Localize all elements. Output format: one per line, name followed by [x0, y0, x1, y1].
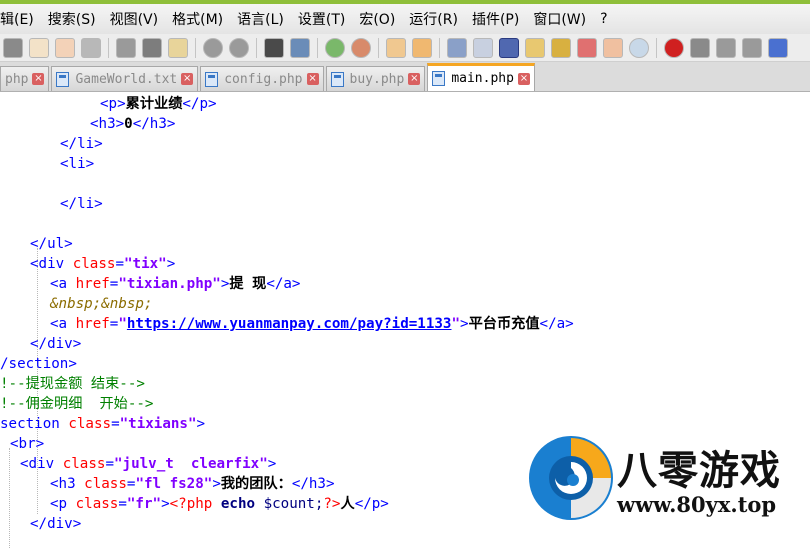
close-icon[interactable]: ×	[181, 73, 194, 85]
zoom-out-icon[interactable]	[351, 37, 371, 58]
play-multiple-icon[interactable]	[742, 37, 762, 58]
indent-guide-icon[interactable]	[499, 37, 519, 58]
file-tab-bar: php × GameWorld.txt × config.php × buy.p…	[0, 62, 810, 92]
close-icon[interactable]: ×	[517, 72, 530, 85]
toolbar-separator	[108, 37, 109, 58]
folder-icon[interactable]	[603, 37, 623, 58]
document-map-icon[interactable]	[577, 37, 597, 58]
code-line: <h3>0</h3>	[90, 116, 176, 132]
replace-icon[interactable]	[290, 37, 310, 58]
toolbar	[0, 34, 810, 62]
swirl-logo-icon	[529, 436, 613, 520]
code-line: </ul>	[30, 236, 73, 252]
cut-icon[interactable]	[116, 37, 136, 58]
menu-window[interactable]: 窗口(W)	[526, 9, 593, 29]
code-line: <br>	[10, 436, 45, 452]
close-icon[interactable]: ×	[32, 73, 45, 85]
copy-icon[interactable]	[142, 37, 162, 58]
code-line: <p class="fr"><?php echo $count;?>人</p>	[50, 496, 389, 512]
tab-label: php	[5, 71, 29, 87]
code-line: </li>	[60, 136, 103, 152]
close-icon[interactable]: ×	[408, 73, 421, 85]
menu-bar: 辑(E) 搜索(S) 视图(V) 格式(M) 语言(L) 设置(T) 宏(O) …	[0, 0, 810, 34]
code-line: </div>	[30, 336, 82, 352]
sync-horizontal-icon[interactable]	[412, 37, 432, 58]
redo-icon[interactable]	[229, 37, 249, 58]
watermark-url: www.80yx.top	[617, 492, 777, 517]
record-macro-icon[interactable]	[664, 37, 684, 58]
tab-php[interactable]: php ×	[0, 66, 50, 91]
menu-settings[interactable]: 设置(T)	[291, 9, 352, 29]
payment-url-link[interactable]: https://www.yuanmanpay.com/pay?id=1133	[127, 316, 452, 332]
file-icon	[432, 71, 446, 86]
menu-language[interactable]: 语言(L)	[230, 9, 291, 29]
code-line: /section>	[0, 356, 77, 372]
save-macro-icon[interactable]	[768, 37, 788, 58]
site-watermark: 八零游戏 www.80yx.top	[505, 418, 810, 532]
close-icon[interactable]: ×	[306, 73, 319, 85]
menu-format[interactable]: 格式(M)	[165, 9, 230, 29]
code-line: <p>累计业绩</p>	[100, 96, 217, 112]
tab-config-php[interactable]: config.php ×	[200, 66, 324, 91]
show-all-chars-icon[interactable]	[473, 37, 493, 58]
code-line: <div class="tix">	[30, 256, 176, 272]
code-line: <h3 class="fl fs28">我的团队：</h3>	[50, 476, 335, 492]
toolbar-separator	[317, 37, 318, 58]
toolbar-separator	[439, 37, 440, 58]
stop-macro-icon[interactable]	[690, 37, 710, 58]
code-line: <a href="tixian.php">提 现</a>	[50, 276, 301, 292]
tab-main-php[interactable]: main.php ×	[427, 63, 535, 91]
code-line: !--提现金额 结束-->	[0, 376, 145, 392]
tab-gameworld-txt[interactable]: GameWorld.txt ×	[51, 66, 199, 91]
tab-label: main.php	[451, 71, 514, 86]
code-line: </li>	[60, 196, 103, 212]
indent-guide	[9, 448, 10, 548]
zoom-in-icon[interactable]	[325, 37, 345, 58]
menu-search[interactable]: 搜索(S)	[41, 9, 103, 29]
toolbar-separator	[378, 37, 379, 58]
monitor-icon[interactable]	[629, 37, 649, 58]
copy-icon[interactable]	[3, 37, 23, 58]
new-file-icon[interactable]	[29, 37, 49, 58]
tab-label: config.php	[224, 71, 303, 87]
language-icon[interactable]	[525, 37, 545, 58]
undo-icon[interactable]	[203, 37, 223, 58]
tab-buy-php[interactable]: buy.php ×	[325, 66, 426, 91]
code-line: <a href="https://www.yuanmanpay.com/pay?…	[50, 316, 574, 332]
file-icon	[205, 71, 219, 87]
open-file-icon[interactable]	[55, 37, 75, 58]
code-line: <div class="julv_t clearfix">	[20, 456, 277, 472]
file-icon	[330, 71, 344, 87]
code-line: </div>	[30, 516, 82, 532]
menu-view[interactable]: 视图(V)	[103, 9, 166, 29]
menu-macro[interactable]: 宏(O)	[352, 9, 402, 29]
find-icon[interactable]	[264, 37, 284, 58]
toolbar-separator	[195, 37, 196, 58]
menu-help[interactable]: ?	[593, 11, 614, 27]
toolbar-separator	[256, 37, 257, 58]
code-line: &nbsp;&nbsp;	[50, 296, 153, 312]
user-language-icon[interactable]	[551, 37, 571, 58]
code-line: !--佣金明细 开始-->	[0, 396, 154, 412]
paste-icon[interactable]	[168, 37, 188, 58]
tab-label: buy.php	[349, 71, 405, 87]
code-line: <li>	[60, 156, 95, 172]
word-wrap-icon[interactable]	[447, 37, 467, 58]
toolbar-separator	[656, 37, 657, 58]
menu-plugins[interactable]: 插件(P)	[465, 9, 526, 29]
sync-scroll-icon[interactable]	[386, 37, 406, 58]
tab-label: GameWorld.txt	[75, 71, 178, 87]
watermark-title: 八零游戏	[617, 448, 781, 494]
menu-edit[interactable]: 辑(E)	[0, 9, 41, 29]
file-icon	[56, 71, 70, 87]
code-line: section class="tixians">	[0, 416, 206, 432]
play-macro-icon[interactable]	[716, 37, 736, 58]
print-icon[interactable]	[81, 37, 101, 58]
menu-run[interactable]: 运行(R)	[402, 9, 465, 29]
